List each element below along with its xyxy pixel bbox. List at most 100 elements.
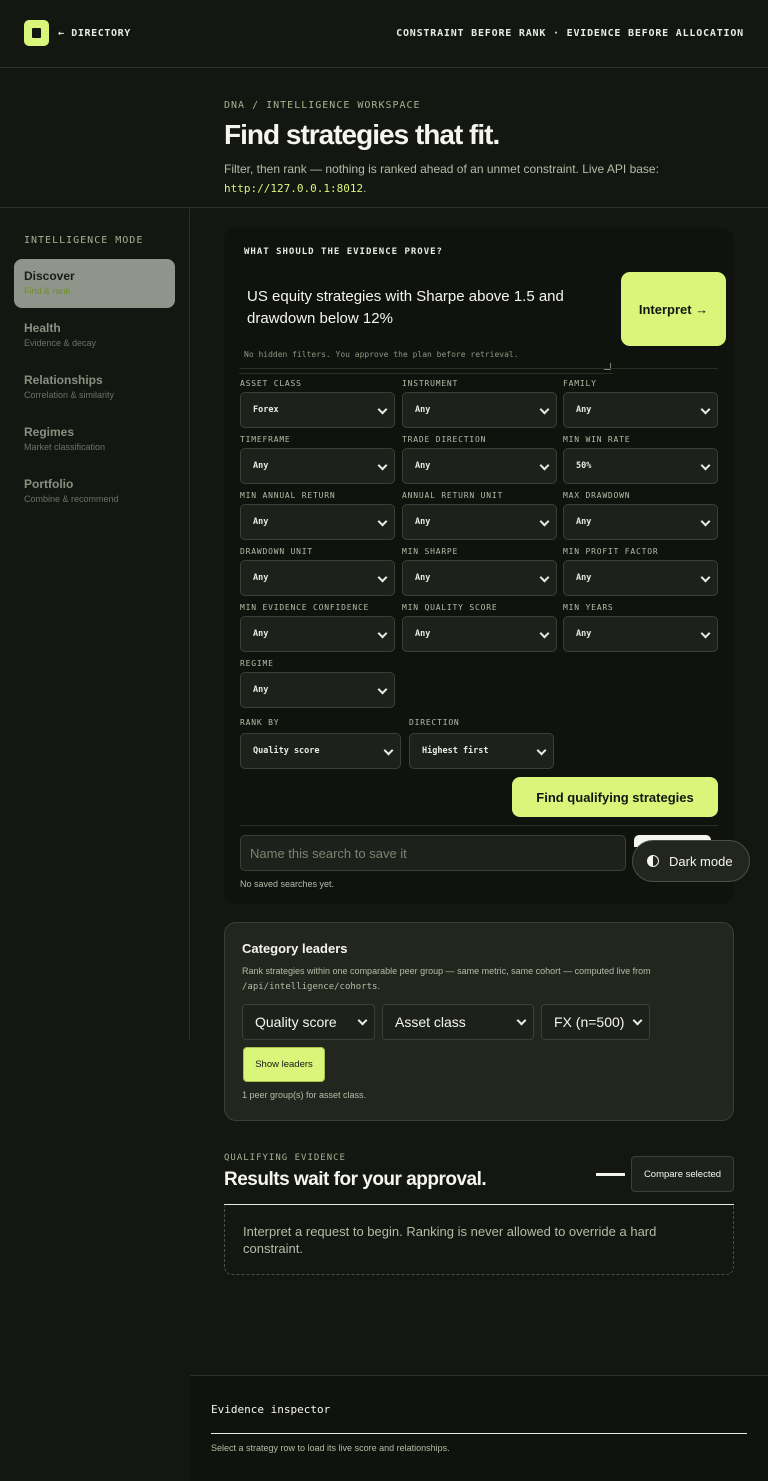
- query-text: US equity strategies with Sharpe above 1…: [247, 288, 564, 327]
- chevron-down-icon: [377, 572, 388, 583]
- filter-select-timeframe[interactable]: Any: [240, 448, 395, 484]
- page-subtitle: Filter, then rank — nothing is ranked ah…: [224, 160, 694, 198]
- filter-label-min-sharpe: MIN SHARPE: [402, 547, 459, 556]
- filter-select-annual-return-unit[interactable]: Any: [402, 504, 557, 540]
- filter-label-family: FAMILY: [563, 379, 597, 388]
- logo-icon[interactable]: [24, 20, 49, 46]
- sidebar-item-desc: Evidence & decay: [24, 338, 97, 348]
- divider: [211, 1433, 747, 1434]
- sidebar-item-discover[interactable]: Discover Find & rank: [14, 259, 175, 308]
- page-title: Find strategies that fit.: [224, 119, 500, 150]
- leaders-group-select[interactable]: Asset class: [382, 1004, 534, 1040]
- select-value: Asset class: [395, 1014, 466, 1030]
- select-value: Any: [415, 405, 431, 415]
- filter-label-annual-return-unit: ANNUAL RETURN UNIT: [402, 491, 504, 500]
- filter-select-drawdown-unit[interactable]: Any: [240, 560, 395, 596]
- hero-section: DNA / INTELLIGENCE WORKSPACE Find strate…: [0, 68, 768, 208]
- select-value: Any: [253, 517, 269, 527]
- chevron-down-icon: [539, 572, 550, 583]
- sidebar-item-label: Portfolio: [24, 477, 74, 491]
- inspector-note: Select a strategy row to load its live s…: [211, 1443, 450, 1453]
- save-search-input[interactable]: Name this search to save it: [240, 835, 626, 871]
- filter-select-family[interactable]: Any: [563, 392, 718, 428]
- rank-by-select[interactable]: Quality score: [240, 733, 401, 769]
- select-value: Any: [415, 573, 431, 583]
- filter-select-regime[interactable]: Any: [240, 672, 395, 708]
- filter-label-asset-class: ASSET CLASS: [240, 379, 302, 388]
- select-value: Any: [576, 517, 592, 527]
- sidebar-item-regimes[interactable]: Regimes Market classification: [14, 415, 175, 464]
- select-value: Highest first: [422, 746, 489, 756]
- show-leaders-button[interactable]: Show leaders: [243, 1047, 325, 1082]
- divider: [240, 825, 718, 826]
- filter-label-trade-direction: TRADE DIRECTION: [402, 435, 487, 444]
- leaders-metric-select[interactable]: Quality score: [242, 1004, 375, 1040]
- dark-mode-toggle[interactable]: Dark mode: [632, 840, 750, 882]
- leaders-cohort-select[interactable]: FX (n=500): [541, 1004, 650, 1040]
- chevron-down-icon: [357, 1015, 368, 1026]
- filter-select-max-drawdown[interactable]: Any: [563, 504, 718, 540]
- dark-mode-label: Dark mode: [669, 853, 733, 869]
- breadcrumb: DNA / INTELLIGENCE WORKSPACE: [224, 100, 421, 111]
- sidebar-item-desc: Market classification: [24, 442, 106, 452]
- select-value: Forex: [253, 405, 279, 415]
- filter-select-min-years[interactable]: Any: [563, 616, 718, 652]
- filter-label-drawdown-unit: DRAWDOWN UNIT: [240, 547, 314, 556]
- results-eyebrow: QUALIFYING EVIDENCE: [224, 1153, 346, 1163]
- chevron-down-icon: [700, 460, 711, 471]
- filter-select-min-evidence-confidence[interactable]: Any: [240, 616, 395, 652]
- chevron-down-icon: [700, 404, 711, 415]
- direction-select[interactable]: Highest first: [409, 733, 554, 769]
- filter-select-min-win-rate[interactable]: 50%: [563, 448, 718, 484]
- direction-label: DIRECTION: [409, 718, 460, 727]
- chevron-down-icon: [539, 516, 550, 527]
- select-value: Any: [253, 685, 269, 695]
- chevron-down-icon: [377, 516, 388, 527]
- filter-select-trade-direction[interactable]: Any: [402, 448, 557, 484]
- dash-icon: [596, 1173, 625, 1176]
- cohorts-api-path: /api/intelligence/cohorts: [242, 982, 378, 992]
- query-note: No hidden filters. You approve the plan …: [244, 350, 519, 359]
- select-value: Quality score: [253, 746, 320, 756]
- filter-select-min-quality-score[interactable]: Any: [402, 616, 557, 652]
- select-value: Any: [253, 629, 269, 639]
- directory-back-link[interactable]: ← DIRECTORY: [58, 28, 131, 39]
- chevron-down-icon: [516, 1015, 527, 1026]
- leaders-title: Category leaders: [242, 941, 348, 956]
- sidebar-item-label: Health: [24, 321, 61, 335]
- sidebar-item-portfolio[interactable]: Portfolio Combine & recommend: [14, 467, 175, 516]
- contrast-icon: [647, 855, 659, 867]
- select-value: Any: [576, 405, 592, 415]
- saved-searches-status: No saved searches yet.: [240, 879, 335, 889]
- chevron-down-icon: [700, 516, 711, 527]
- chevron-down-icon: [377, 460, 388, 471]
- category-leaders-card: Category leaders Rank strategies within …: [224, 922, 734, 1121]
- filter-select-min-sharpe[interactable]: Any: [402, 560, 557, 596]
- compare-selected-button[interactable]: Compare selected: [631, 1156, 734, 1192]
- chevron-down-icon: [536, 745, 547, 756]
- filter-select-min-profit-factor[interactable]: Any: [563, 560, 718, 596]
- sidebar-item-desc: Find & rank: [24, 286, 71, 296]
- interpret-button[interactable]: Interpret →: [621, 272, 726, 346]
- filter-label-min-quality-score: MIN QUALITY SCORE: [402, 603, 498, 612]
- peer-group-status: 1 peer group(s) for asset class.: [242, 1090, 367, 1100]
- leaders-description: Rank strategies within one comparable pe…: [242, 964, 712, 995]
- chevron-down-icon: [632, 1015, 643, 1026]
- results-empty-state: Interpret a request to begin. Ranking is…: [224, 1206, 734, 1275]
- filter-select-min-annual-return[interactable]: Any: [240, 504, 395, 540]
- sidebar-item-relationships[interactable]: Relationships Correlation & similarity: [14, 363, 175, 412]
- divider: [224, 1204, 734, 1205]
- api-base-url: http://127.0.0.1:8012: [224, 182, 364, 195]
- filter-label-instrument: INSTRUMENT: [402, 379, 459, 388]
- filter-select-asset-class[interactable]: Forex: [240, 392, 395, 428]
- select-value: Any: [576, 629, 592, 639]
- select-value: FX (n=500): [554, 1014, 625, 1030]
- sidebar-item-health[interactable]: Health Evidence & decay: [14, 311, 175, 360]
- evidence-inspector: Evidence inspector Select a strategy row…: [190, 1375, 768, 1481]
- filter-select-instrument[interactable]: Any: [402, 392, 557, 428]
- sidebar-item-label: Relationships: [24, 373, 103, 387]
- filter-label-regime: REGIME: [240, 659, 274, 668]
- chevron-down-icon: [700, 572, 711, 583]
- find-strategies-button[interactable]: Find qualifying strategies: [512, 777, 718, 817]
- results-title: Results wait for your approval.: [224, 1169, 487, 1190]
